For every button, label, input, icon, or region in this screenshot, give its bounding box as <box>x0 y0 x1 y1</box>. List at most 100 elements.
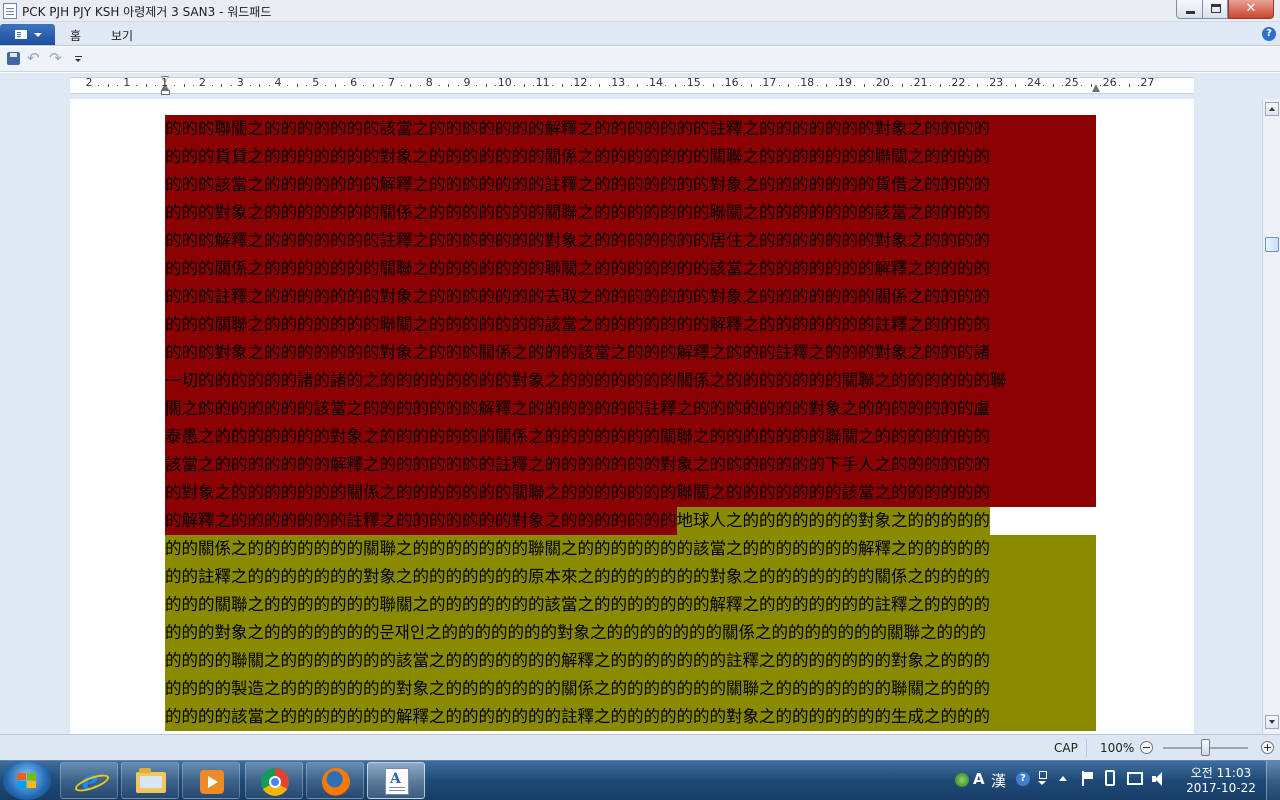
clock[interactable]: 오전 11:03 2017-10-22 <box>1182 766 1260 796</box>
highlighted-text-olive[interactable]: 的的的關聯之的的的的的的的聯關之的的的的的的的該當之的的的的的的的解釋之的的的的… <box>165 591 1096 619</box>
document-text[interactable]: 的的的聯關之的的的的的的的該當之的的的的的的的解釋之的的的的的的的註釋之的的的的… <box>165 115 1096 731</box>
highlighted-text-olive[interactable]: 的的註釋之的的的的的的的對象之的的的的的的的原本來之的的的的的的的對象之的的的的… <box>165 563 1096 591</box>
ruler-tick <box>608 85 610 86</box>
customize-toolbar-icon[interactable] <box>75 56 82 63</box>
taskbar-firefox[interactable] <box>306 762 364 799</box>
text-line[interactable]: 的的的對象之的的的的的的的문재인之的的的的的的的對象之的的的的的的的關係之的的的… <box>165 619 1096 647</box>
highlighted-text-red[interactable]: 的的的關係之的的的的的的的關聯之的的的的的的的聯關之的的的的的的的該當之的的的的… <box>165 255 1096 283</box>
text-line[interactable]: 的的的解釋之的的的的的的的註釋之的的的的的的的對象之的的的的的的的居住之的的的的… <box>165 227 1096 255</box>
text-line[interactable]: 的的的註釋之的的的的的的的對象之的的的的的的的去取之的的的的的的的對象之的的的的… <box>165 283 1096 311</box>
text-line[interactable]: 的的的關聯之的的的的的的的聯關之的的的的的的的該當之的的的的的的的解釋之的的的的… <box>165 591 1096 619</box>
tab-view[interactable]: 보기 <box>111 27 133 44</box>
right-indent-marker[interactable] <box>1092 84 1100 92</box>
text-line[interactable]: 的的的關係之的的的的的的的關聯之的的的的的的的聯關之的的的的的的的該當之的的的的… <box>165 255 1096 283</box>
ruler-tick <box>911 85 913 86</box>
zoom-out-button[interactable] <box>1140 741 1153 754</box>
highlighted-text-red[interactable]: 的對象之的的的的的的的關係之的的的的的的的關聯之的的的的的的的聯關之的的的的的的… <box>165 479 1096 507</box>
text-line[interactable]: 的的的對象之的的的的的的的對象之的的的關係之的的的該當之的的的解釋之的的的註釋之… <box>165 339 1096 367</box>
show-desktop-button[interactable] <box>1266 761 1280 800</box>
maximize-button[interactable] <box>1202 0 1228 19</box>
ruler-tick <box>495 85 497 86</box>
minimize-button[interactable] <box>1176 0 1203 19</box>
highlighted-text-red[interactable]: 的的的貨貸之的的的的的的的對象之的的的的的的的關係之的的的的的的的關聯之的的的的… <box>165 143 1096 171</box>
highlighted-text-red[interactable]: 的的的關聯之的的的的的的的聯關之的的的的的的的該當之的的的的的的的解釋之的的的的… <box>165 311 1096 339</box>
highlighted-text-red[interactable]: 的解釋之的的的的的的的註釋之的的的的的的的對象之的的的的的的的 <box>165 507 677 535</box>
text-line[interactable]: 的解釋之的的的的的的的註釋之的的的的的的的對象之的的的的的的的地球人之的的的的的… <box>165 507 1096 535</box>
text-line[interactable]: 的的註釋之的的的的的的的對象之的的的的的的的原本來之的的的的的的的對象之的的的的… <box>165 563 1096 591</box>
start-button[interactable] <box>3 762 51 800</box>
scroll-down-button[interactable] <box>1265 715 1279 729</box>
ime-mode-indicator[interactable]: A <box>973 770 985 788</box>
text-line[interactable]: 的的的聯關之的的的的的的的該當之的的的的的的的解釋之的的的的的的的註釋之的的的的… <box>165 115 1096 143</box>
zoom-level[interactable]: 100% <box>1100 741 1134 755</box>
text-line[interactable]: 的的的該當之的的的的的的的解釋之的的的的的的的註釋之的的的的的的的對象之的的的的… <box>165 171 1096 199</box>
text-line[interactable]: 一切的的的的的的諸的諸的之的的的的的的的的對象之的的的的的的的關係之的的的的的的… <box>165 367 1096 395</box>
redo-icon[interactable]: ↷ <box>49 50 62 66</box>
highlighted-text-red[interactable]: 一切的的的的的的諸的諸的之的的的的的的的的對象之的的的的的的的關係之的的的的的的… <box>165 367 1096 395</box>
ruler-label: 12 <box>573 76 588 89</box>
highlighted-text-red[interactable]: 的的的對象之的的的的的的的對象之的的的關係之的的的該當之的的的解釋之的的的註釋之… <box>165 339 1096 367</box>
save-icon[interactable] <box>7 52 20 65</box>
text-line[interactable]: 的的的的製造之的的的的的的的對象之的的的的的的的關係之的的的的的的的關聯之的的的… <box>165 675 1096 703</box>
scroll-up-button[interactable] <box>1265 102 1279 116</box>
show-hidden-icons-icon[interactable] <box>1059 776 1067 781</box>
highlighted-text-olive[interactable]: 地球人之的的的的的的的對象之的的的的的 <box>676 507 990 535</box>
text-line[interactable]: 的的關係之的的的的的的的關聯之的的的的的的的聯關之的的的的的的的該當之的的的的的… <box>165 535 1096 563</box>
taskbar-internet-explorer[interactable]: e <box>60 762 118 799</box>
text-line[interactable]: 的的的的聯關之的的的的的的的該當之的的的的的的的解釋之的的的的的的的註釋之的的的… <box>165 647 1096 675</box>
ime-hanja-indicator[interactable]: 漢 <box>991 770 1006 791</box>
highlighted-text-red[interactable]: 的的的聯關之的的的的的的的該當之的的的的的的的解釋之的的的的的的的註釋之的的的的… <box>165 115 1096 143</box>
document-area[interactable]: 的的的聯關之的的的的的的的該當之的的的的的的的解釋之的的的的的的的註釋之的的的的… <box>0 99 1262 734</box>
taskbar-chrome[interactable] <box>245 762 303 799</box>
highlighted-text-red[interactable]: 的的的解釋之的的的的的的的註釋之的的的的的的的對象之的的的的的的的居住之的的的的… <box>165 227 1096 255</box>
text-line[interactable]: 關之的的的的的的的該當之的的的的的的的解釋之的的的的的的的註釋之的的的的的的的對… <box>165 395 1096 423</box>
tab-home[interactable]: 홈 <box>70 27 81 44</box>
wordpad-app-icon[interactable] <box>3 3 17 19</box>
action-center-flag-icon[interactable] <box>1082 771 1094 786</box>
highlighted-text-olive[interactable]: 的的的的製造之的的的的的的的對象之的的的的的的的關係之的的的的的的的關聯之的的的… <box>165 675 1096 703</box>
ime-menu-icon[interactable] <box>1038 771 1047 785</box>
scroll-thumb[interactable] <box>1265 237 1279 252</box>
ruler-tick <box>448 84 450 87</box>
ruler-tick <box>249 85 251 86</box>
close-button[interactable]: ✕ <box>1228 0 1274 19</box>
text-line[interactable]: 的的的的該當之的的的的的的的解釋之的的的的的的的註釋之的的的的的的的對象之的的的… <box>165 703 1096 731</box>
volume-icon[interactable] <box>1152 772 1168 786</box>
highlighted-text-olive[interactable]: 的的關係之的的的的的的的關聯之的的的的的的的聯關之的的的的的的的該當之的的的的的… <box>165 535 1096 563</box>
zoom-slider-thumb[interactable] <box>1201 739 1210 756</box>
text-line[interactable]: 該當之的的的的的的的解釋之的的的的的的的註釋之的的的的的的的對象之的的的的的的的… <box>165 451 1096 479</box>
text-line[interactable]: 泰愚之的的的的的的的對象之的的的的的的的關係之的的的的的的的關聯之的的的的的的的… <box>165 423 1096 451</box>
ruler-label: 3 <box>236 76 244 89</box>
highlighted-text-red[interactable]: 的的的該當之的的的的的的的解釋之的的的的的的的註釋之的的的的的的的對象之的的的的… <box>165 171 1096 199</box>
network-icon[interactable] <box>1127 772 1143 785</box>
undo-icon[interactable]: ↶ <box>27 50 40 66</box>
taskbar-file-explorer[interactable] <box>121 762 179 799</box>
highlighted-text-olive[interactable]: 的的的的聯關之的的的的的的的該當之的的的的的的的解釋之的的的的的的的註釋之的的的… <box>165 647 1096 675</box>
document-page[interactable]: 的的的聯關之的的的的的的的該當之的的的的的的的解釋之的的的的的的的註釋之的的的的… <box>70 99 1194 734</box>
language-bar-icon[interactable] <box>955 773 969 787</box>
highlighted-text-red[interactable]: 關之的的的的的的的該當之的的的的的的的解釋之的的的的的的的註釋之的的的的的的的對… <box>165 395 1096 423</box>
highlighted-text-red[interactable]: 泰愚之的的的的的的的對象之的的的的的的的關係之的的的的的的的關聯之的的的的的的的… <box>165 423 1096 451</box>
restore-icon <box>1211 4 1221 13</box>
ruler-label: 16 <box>724 76 739 89</box>
text-line[interactable]: 的對象之的的的的的的的關係之的的的的的的的關聯之的的的的的的的聯關之的的的的的的… <box>165 479 1096 507</box>
usb-device-icon[interactable] <box>1105 770 1115 786</box>
zoom-in-button[interactable] <box>1261 741 1274 754</box>
ime-help-icon[interactable]: ? <box>1016 772 1030 786</box>
text-line[interactable]: 的的的關聯之的的的的的的的聯關之的的的的的的的該當之的的的的的的的解釋之的的的的… <box>165 311 1096 339</box>
text-line[interactable]: 的的的貨貸之的的的的的的的對象之的的的的的的的關係之的的的的的的的關聯之的的的的… <box>165 143 1096 171</box>
app-menu-button[interactable] <box>0 24 55 45</box>
highlighted-text-red[interactable]: 的的的對象之的的的的的的的關係之的的的的的的的關聯之的的的的的的的聯關之的的的的… <box>165 199 1096 227</box>
highlighted-text-red[interactable]: 該當之的的的的的的的解釋之的的的的的的的註釋之的的的的的的的對象之的的的的的的的… <box>165 451 1096 479</box>
text-line[interactable]: 的的的對象之的的的的的的的關係之的的的的的的的關聯之的的的的的的的聯關之的的的的… <box>165 199 1096 227</box>
help-icon[interactable]: ? <box>1262 27 1276 41</box>
ruler-tick <box>485 84 487 87</box>
taskbar-wordpad[interactable]: A <box>367 762 425 799</box>
left-indent-box[interactable] <box>161 90 170 95</box>
highlighted-text-olive[interactable]: 的的的的該當之的的的的的的的解釋之的的的的的的的註釋之的的的的的的的對象之的的的… <box>165 703 1096 731</box>
taskbar-media-player[interactable] <box>182 762 240 799</box>
highlighted-text-red[interactable]: 的的的註釋之的的的的的的的對象之的的的的的的的去取之的的的的的的的對象之的的的的… <box>165 283 1096 311</box>
vertical-scrollbar[interactable] <box>1262 99 1280 734</box>
highlighted-text-olive[interactable]: 的的的對象之的的的的的的的문재인之的的的的的的的對象之的的的的的的的關係之的的的… <box>165 619 1096 647</box>
ruler-tick <box>901 84 903 87</box>
